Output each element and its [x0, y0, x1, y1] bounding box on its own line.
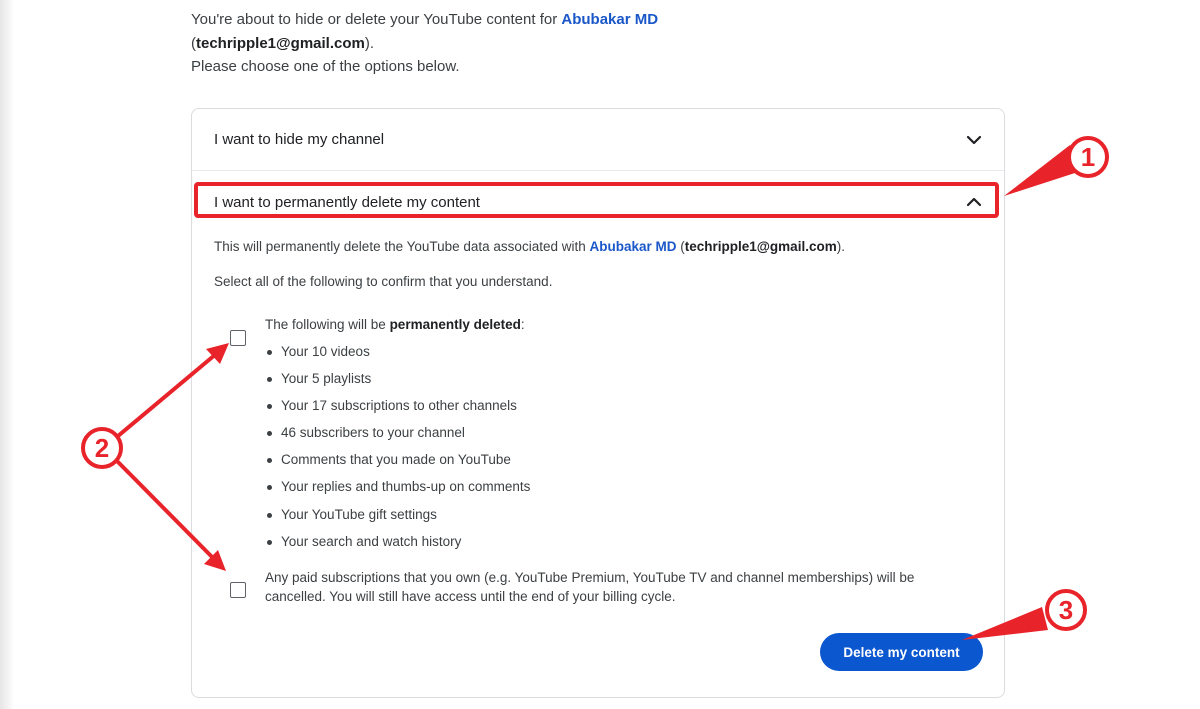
badge-3-label: 3 — [1059, 595, 1073, 625]
deleted-items-heading: The following will be permanently delete… — [265, 317, 525, 332]
deleted-items-list: Your 10 videos Your 5 playlists Your 17 … — [265, 341, 530, 558]
intro-line-1: You're about to hide or delete your YouT… — [191, 11, 659, 28]
accordion-hide-label: I want to hide my channel — [214, 131, 385, 148]
intro-line-3: Please choose one of the options below. — [191, 58, 460, 75]
intro-text: You're about to hide or delete your YouT… — [191, 8, 991, 79]
panel-account-email: techripple1@gmail.com — [684, 239, 837, 254]
account-name-link[interactable]: Abubakar MD — [561, 11, 658, 28]
badge-1-label: 1 — [1081, 142, 1095, 172]
accordion-hide-channel[interactable]: I want to hide my channel — [192, 109, 1004, 171]
chevron-down-icon — [966, 135, 982, 144]
list-item: Your 17 subscriptions to other channels — [265, 395, 530, 422]
list-item: Your replies and thumbs-up on comments — [265, 476, 530, 503]
list-item: Your YouTube gift settings — [265, 504, 530, 531]
badge-2-circle — [81, 427, 123, 469]
callout-pointer-1 — [1004, 145, 1078, 196]
list-item: Your 5 playlists — [265, 368, 530, 395]
badge-3-circle — [1045, 589, 1087, 631]
badge-1-circle — [1067, 136, 1109, 178]
list-item: Comments that you made on YouTube — [265, 449, 530, 476]
list-item: Your search and watch history — [265, 531, 530, 558]
highlight-box-delete-option — [194, 182, 999, 218]
confirm-instructions: Select all of the following to confirm t… — [214, 274, 553, 289]
paid-subscriptions-text: Any paid subscriptions that you own (e.g… — [265, 570, 915, 604]
intro-line-2: (techripple1@gmail.com). — [191, 34, 375, 52]
confirm-deletion-checkbox[interactable] — [230, 330, 246, 346]
panel-account-name-link[interactable]: Abubakar MD — [589, 239, 676, 254]
confirm-subscriptions-checkbox[interactable] — [230, 582, 246, 598]
list-item: Your 10 videos — [265, 341, 530, 368]
badge-2-label: 2 — [95, 433, 109, 463]
list-item: 46 subscribers to your channel — [265, 422, 530, 449]
delete-content-button[interactable]: Delete my content — [820, 633, 983, 671]
account-email: techripple1@gmail.com — [196, 34, 365, 52]
delete-info-text: This will permanently delete the YouTube… — [214, 239, 845, 254]
page-left-edge — [0, 0, 14, 709]
